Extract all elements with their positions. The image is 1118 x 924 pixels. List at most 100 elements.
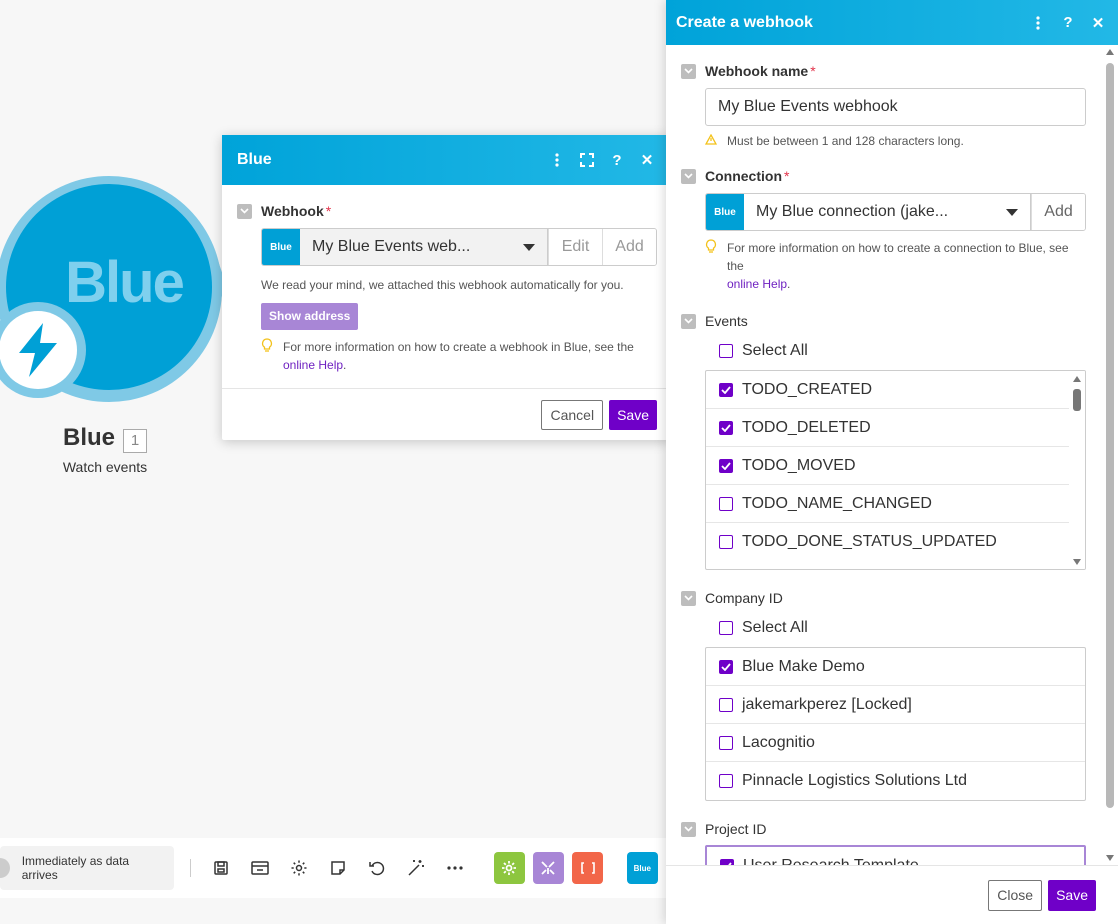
schedule-setting[interactable]: Immediately as data arrives: [0, 846, 175, 890]
connection-select-value: My Blue connection (jake...: [756, 203, 949, 220]
checkbox-checked[interactable]: [719, 659, 733, 674]
company-id-label-row: Company ID: [681, 590, 1086, 606]
checkbox[interactable]: [719, 735, 733, 750]
webhook-label-row: Webhook *: [237, 203, 657, 219]
save-button[interactable]: Save: [1048, 879, 1096, 911]
scroll-up-icon[interactable]: [1106, 49, 1114, 55]
module-subtitle: Watch events: [62, 459, 148, 475]
scroll-down-icon[interactable]: [1073, 559, 1081, 565]
webhook-name-input[interactable]: My Blue Events webhook: [705, 88, 1086, 126]
collapse-toggle-icon[interactable]: [681, 63, 696, 79]
dialog-header: Blue ? ✕: [222, 135, 672, 185]
blue-module-dialog: Blue ? ✕ Webhook * Blue My Blue Events we…: [222, 135, 672, 440]
edit-webhook-button[interactable]: Edit: [548, 229, 602, 265]
list-item[interactable]: TODO_DONE_STATUS_UPDATED: [706, 523, 1085, 561]
add-connection-button[interactable]: Add: [1031, 194, 1085, 230]
webhook-select[interactable]: My Blue Events web...: [300, 229, 548, 265]
checkmark-icon: [721, 423, 731, 432]
checkmark-icon: [721, 385, 731, 394]
required-marker: *: [810, 63, 816, 79]
webhook-name-hint: Must be between 1 and 128 characters lon…: [704, 133, 1086, 148]
list-item[interactable]: TODO_DELETED: [706, 409, 1085, 447]
company-select-all[interactable]: Select All: [719, 619, 1086, 637]
connection-label-row: Connection *: [681, 168, 1086, 184]
scheduling-icon[interactable]: [240, 848, 279, 888]
checkbox-checked[interactable]: [719, 458, 733, 473]
notes-icon[interactable]: [318, 848, 357, 888]
save-icon[interactable]: [201, 848, 240, 888]
chevron-down-icon: [1006, 208, 1018, 216]
add-webhook-button[interactable]: Add: [602, 229, 656, 265]
magic-wand-icon[interactable]: [396, 848, 435, 888]
online-help-link[interactable]: online Help: [283, 358, 343, 372]
expand-icon[interactable]: [577, 150, 597, 170]
gear-icon[interactable]: [279, 848, 318, 888]
list-item[interactable]: Pinnacle Logistics Solutions Ltd: [706, 762, 1085, 800]
list-item[interactable]: Lacognitio: [706, 724, 1085, 762]
list-item[interactable]: TODO_CREATED: [706, 371, 1085, 409]
scroll-down-icon[interactable]: [1106, 855, 1114, 861]
create-webhook-panel: Create a webhook ? ✕ Webhook name * My Bl…: [666, 0, 1118, 924]
lightbulb-icon: [705, 239, 727, 293]
list-item[interactable]: TODO_MOVED: [706, 447, 1085, 485]
events-list: TODO_CREATED TODO_DELETED TODO_MOVED TODO_N…: [705, 370, 1086, 570]
checkbox[interactable]: [719, 774, 733, 788]
collapse-toggle-icon[interactable]: [681, 590, 696, 606]
more-options-icon[interactable]: [547, 150, 567, 170]
text-parser-icon[interactable]: [571, 852, 604, 884]
events-list-scrollbar[interactable]: [1069, 371, 1085, 569]
blue-module[interactable]: Blue: [0, 176, 226, 416]
online-help-link[interactable]: online Help: [727, 277, 787, 291]
list-item-label: Lacognitio: [742, 733, 815, 751]
close-icon[interactable]: ✕: [1088, 13, 1108, 33]
undo-icon[interactable]: [357, 848, 396, 888]
close-button[interactable]: Close: [988, 879, 1043, 911]
help-icon[interactable]: ?: [1058, 13, 1078, 33]
list-item-label: jakemarkperez [Locked]: [742, 695, 912, 713]
panel-scrollbar[interactable]: [1102, 45, 1118, 865]
scroll-thumb[interactable]: [1106, 63, 1114, 808]
events-label: Events: [705, 313, 748, 329]
checkbox[interactable]: [719, 344, 733, 358]
scroll-up-icon[interactable]: [1073, 376, 1081, 382]
list-item[interactable]: jakemarkperez [Locked]: [706, 686, 1085, 724]
blue-app-icon: Blue: [706, 194, 744, 230]
webhook-select-value: My Blue Events web...: [312, 238, 471, 255]
blue-app-icon[interactable]: Blue: [626, 852, 658, 884]
checkbox-checked[interactable]: [719, 420, 733, 435]
module-title: Blue: [62, 424, 115, 451]
collapse-toggle-icon[interactable]: [681, 313, 696, 329]
collapse-toggle-icon[interactable]: [237, 203, 252, 219]
lightning-icon: [19, 323, 57, 377]
flow-control-icon[interactable]: [532, 852, 564, 884]
more-icon[interactable]: [435, 848, 474, 888]
list-item-label: Blue Make Demo: [742, 657, 865, 675]
save-button[interactable]: Save: [609, 399, 657, 430]
connection-select[interactable]: My Blue connection (jake...: [744, 194, 1031, 230]
list-item[interactable]: User Research Template: [707, 847, 1084, 865]
help-icon[interactable]: ?: [607, 150, 627, 170]
collapse-toggle-icon[interactable]: [681, 821, 696, 837]
checkbox[interactable]: [719, 496, 733, 511]
close-icon[interactable]: ✕: [637, 150, 657, 170]
schedule-toggle[interactable]: [0, 858, 10, 878]
list-item[interactable]: TODO_NAME_CHANGED: [706, 485, 1085, 523]
company-id-label: Company ID: [705, 590, 783, 606]
events-label-row: Events: [681, 313, 1086, 329]
checkbox[interactable]: [719, 621, 733, 635]
cancel-button[interactable]: Cancel: [541, 399, 604, 430]
tools-gear-icon[interactable]: [493, 852, 525, 884]
list-item[interactable]: Blue Make Demo: [706, 648, 1085, 686]
scroll-thumb[interactable]: [1073, 389, 1081, 411]
checkbox-checked[interactable]: [719, 382, 733, 397]
checkbox[interactable]: [719, 535, 733, 549]
module-title-row: Blue 1: [0, 424, 210, 453]
checkbox[interactable]: [719, 697, 733, 712]
more-options-icon[interactable]: [1028, 13, 1048, 33]
collapse-toggle-icon[interactable]: [681, 168, 696, 184]
chevron-down-icon: [523, 243, 535, 251]
webhook-help-tip: For more information on how to create a …: [261, 338, 657, 374]
show-address-button[interactable]: Show address: [261, 303, 359, 330]
events-select-all[interactable]: Select All: [719, 342, 1086, 360]
connection-select-group: Blue My Blue connection (jake... Add: [705, 193, 1086, 231]
